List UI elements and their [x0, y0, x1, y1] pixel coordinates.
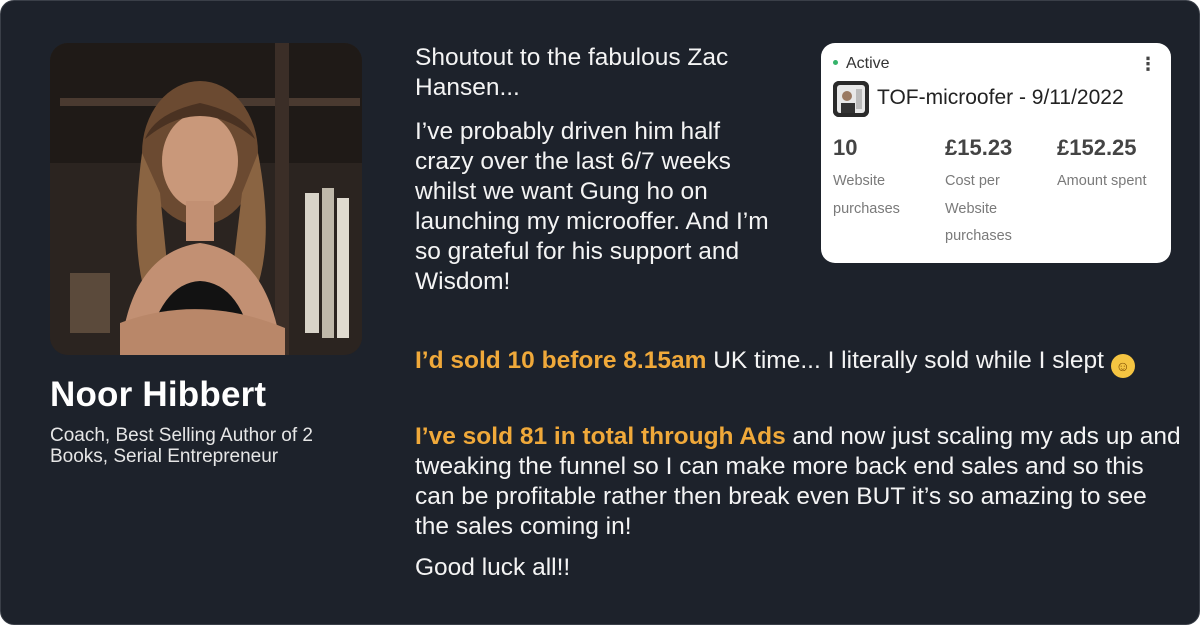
person-name: Noor Hibbert [50, 375, 267, 414]
quote-sales-total: I’ve sold 81 in total through Ads and no… [415, 422, 1185, 542]
metric-label: Cost per Website purchases [945, 173, 1012, 244]
status-label: Active [846, 55, 890, 72]
campaign-name: TOF-microofer - 9/11/2022 [877, 86, 1124, 109]
metric-cost-per-purchase: £15.23 Cost per Website purchases [945, 135, 1055, 251]
metric-value: £15.23 [945, 135, 1013, 160]
highlight-sold-10: I’d sold 10 before 8.15am [415, 347, 707, 374]
metric-label: Website purchases [833, 173, 900, 217]
ad-results-card: Active ⋮ TOF-microofer - 9/11/2022 10 We… [821, 43, 1171, 263]
status-badge: Active [833, 55, 890, 73]
testimonial-card: Noor Hibbert Coach, Best Selling Author … [0, 0, 1200, 625]
quote-body: I’ve probably driven him half crazy over… [415, 118, 769, 295]
quote-sales-morning: I’d sold 10 before 8.15am UK time... I l… [415, 346, 1175, 378]
laughing-emoji-icon: ☺ [1110, 354, 1135, 378]
metric-label: Amount spent [1057, 173, 1147, 189]
person-role: Coach, Best Selling Author of 2 Books, S… [50, 425, 313, 467]
kebab-menu-icon[interactable]: ⋮ [1139, 54, 1157, 75]
metric-value: £152.25 [1057, 135, 1137, 160]
status-dot-icon [833, 60, 838, 65]
campaign-thumbnail [833, 81, 869, 117]
highlight-sold-81: I’ve sold 81 in total through Ads [415, 423, 786, 450]
metric-amount-spent: £152.25 Amount spent [1057, 135, 1167, 196]
quote-closing: Good luck all!! [415, 554, 571, 581]
quote-intro: Shoutout to the fabulous Zac Hansen... [415, 44, 729, 101]
profile-photo [50, 43, 362, 355]
metric-website-purchases: 10 Website purchases [833, 135, 943, 223]
quote-sales-morning-text: UK time... I literally sold while I slep… [706, 347, 1111, 374]
metric-value: 10 [833, 135, 858, 160]
